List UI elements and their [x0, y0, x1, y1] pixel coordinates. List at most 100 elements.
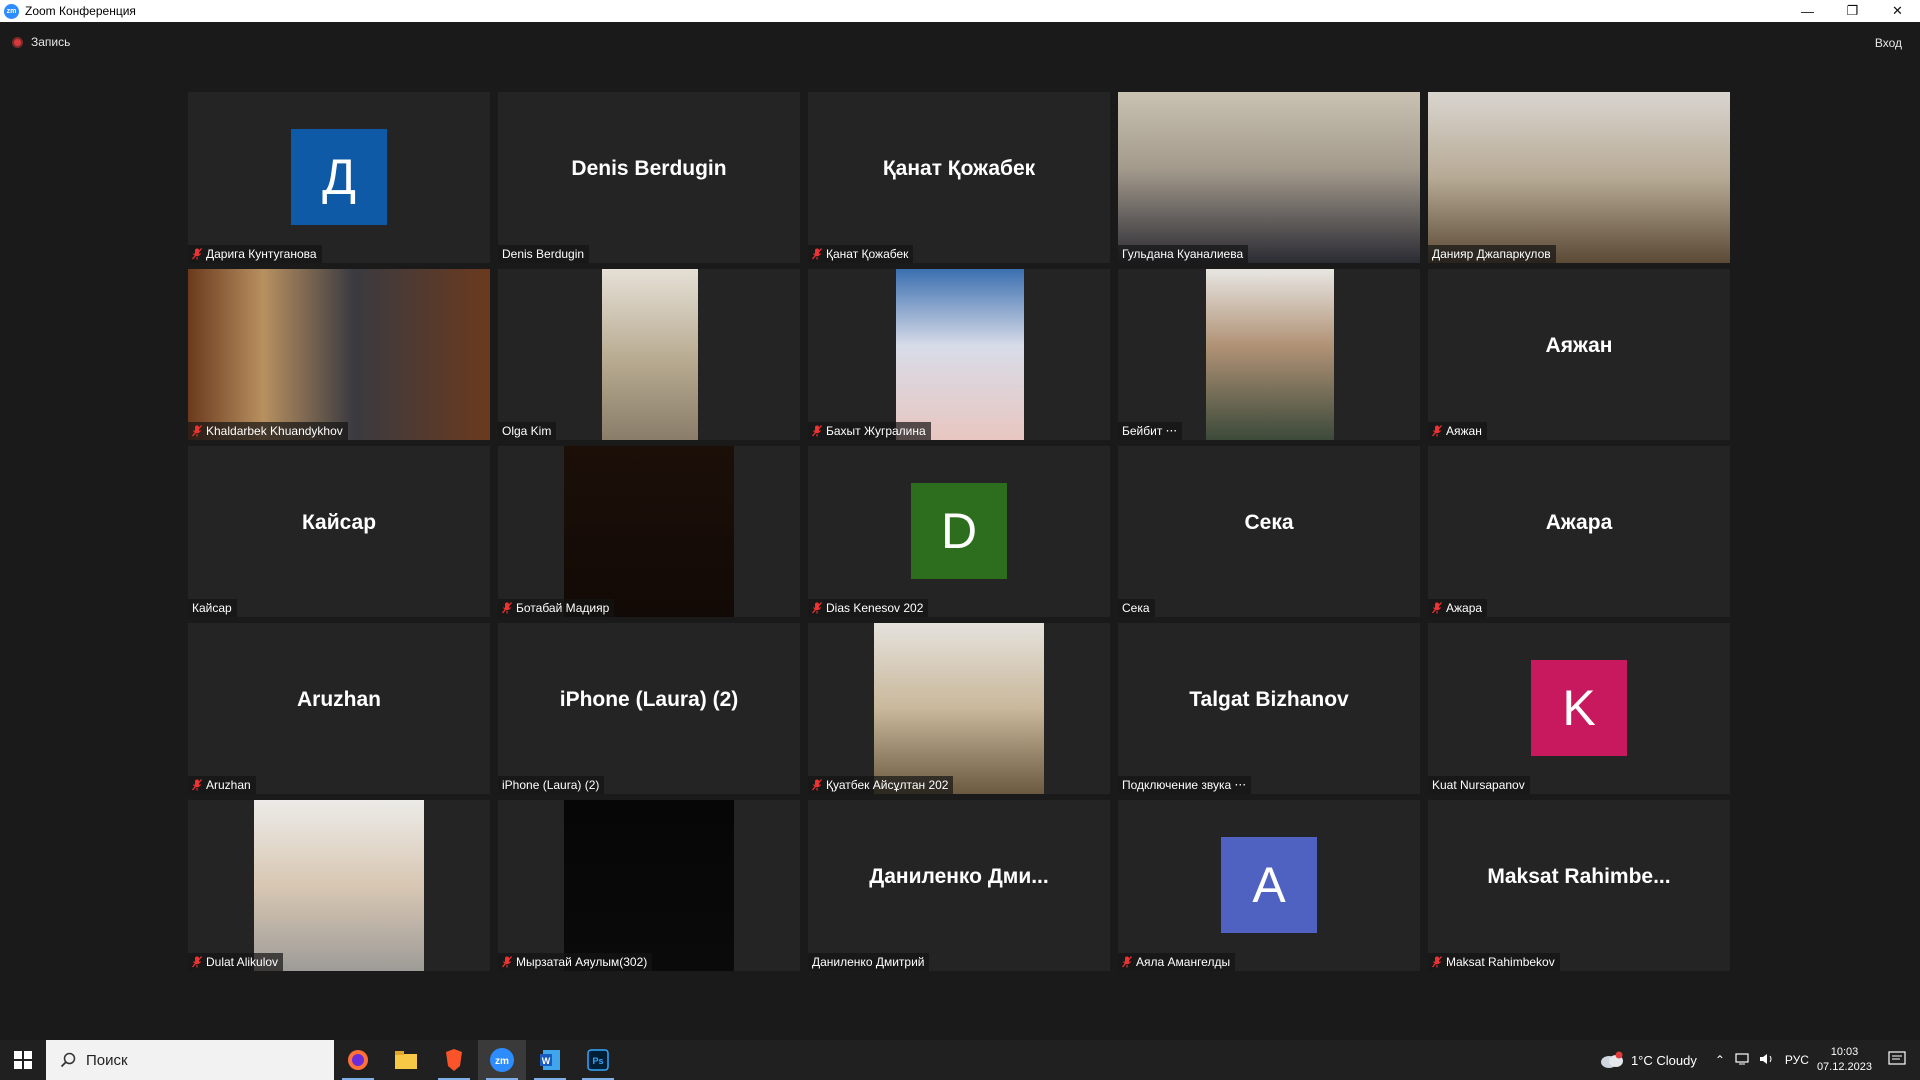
participant-tile[interactable]: Аяжан Аяжан — [1428, 269, 1730, 440]
weather-widget[interactable]: 1°C Cloudy — [1599, 1051, 1697, 1069]
svg-text:Ps: Ps — [592, 1056, 603, 1066]
participant-nameplate: Denis Berdugin — [498, 245, 590, 263]
participant-video — [254, 800, 424, 971]
zoom-app-icon: zm — [4, 3, 19, 19]
clock-time: 10:03 — [1830, 1046, 1859, 1058]
participant-tile[interactable]: Д Дарига Кунтуганова — [188, 92, 490, 263]
participant-tile[interactable]: Ажара Ажара — [1428, 446, 1730, 617]
participant-nameplate: Ажара — [1428, 599, 1488, 617]
participant-nameplate: Қуатбек Айсұлтан 202 — [808, 776, 954, 794]
participant-nameplate: Аяжан — [1428, 422, 1487, 440]
volume-icon[interactable] — [1759, 1052, 1775, 1069]
participant-tile[interactable]: iPhone (Laura) (2) iPhone (Laura) (2) — [498, 623, 800, 794]
close-button[interactable]: ✕ — [1875, 0, 1920, 22]
taskbar-clock[interactable]: 10:03 07.12.2023 — [1817, 1045, 1872, 1075]
participant-tile[interactable]: Dulat Alikulov — [188, 800, 490, 971]
participant-name: Кайсар — [192, 601, 232, 615]
windows-taskbar: Поиск zm W Ps 1°C Cloudy ⌃ РУС 10:03 07.… — [0, 1040, 1920, 1080]
participant-tile[interactable]: Aruzhan Aruzhan — [188, 623, 490, 794]
participant-video — [188, 269, 490, 440]
participant-avatar: K — [1531, 660, 1627, 756]
participant-tile[interactable]: Talgat Bizhanov Подключение звука ⋅⋅⋅ — [1118, 623, 1420, 794]
taskbar-app-brave[interactable] — [430, 1040, 478, 1080]
participant-tile[interactable]: Сека Сека — [1118, 446, 1420, 617]
restore-button[interactable]: ❐ — [1830, 0, 1875, 22]
recording-indicator[interactable]: Запись — [12, 35, 70, 49]
participant-name: Даниленко Дмитрий — [812, 955, 925, 969]
participant-tile[interactable]: Бейбит ⋅⋅⋅ — [1118, 269, 1420, 440]
start-button[interactable] — [0, 1040, 46, 1080]
participant-name: iPhone (Laura) (2) — [502, 778, 600, 792]
participant-nameplate: Дарига Кунтуганова — [188, 245, 322, 263]
participant-tile[interactable]: K Kuat Nursapanov — [1428, 623, 1730, 794]
participant-video — [1428, 92, 1730, 263]
zoom-icon: zm — [490, 1048, 514, 1072]
participant-tile[interactable]: Khaldarbek Khuandykhov — [188, 269, 490, 440]
participant-avatar: D — [911, 483, 1007, 579]
participant-display-name: Даниленко Дми... — [869, 864, 1049, 888]
muted-microphone-icon — [192, 425, 202, 437]
taskbar-app-explorer[interactable] — [382, 1040, 430, 1080]
signin-button[interactable]: Вход — [1875, 36, 1902, 50]
participant-nameplate: Мырзатай Аяулым(302) — [498, 953, 653, 971]
language-indicator[interactable]: РУС — [1785, 1053, 1809, 1067]
participant-name: Бейбит ⋅⋅⋅ — [1122, 424, 1178, 438]
participant-nameplate: Даниленко Дмитрий — [808, 953, 930, 971]
word-icon: W — [540, 1050, 560, 1070]
participant-video — [602, 269, 698, 440]
network-icon[interactable] — [1735, 1052, 1751, 1069]
participant-nameplate: Бахыт Жугралина — [808, 422, 931, 440]
participant-tile[interactable]: A Аяла Амангелды — [1118, 800, 1420, 971]
muted-microphone-icon — [192, 248, 202, 260]
file-explorer-icon — [395, 1051, 417, 1069]
participant-display-name: Сека — [1244, 510, 1294, 534]
participant-video — [564, 800, 734, 971]
muted-microphone-icon — [812, 602, 822, 614]
participant-nameplate: Olga Kim — [498, 422, 557, 440]
participant-display-name: Denis Berdugin — [571, 156, 727, 180]
brave-icon — [446, 1049, 462, 1071]
participant-tile[interactable]: Мырзатай Аяулым(302) — [498, 800, 800, 971]
taskbar-search[interactable]: Поиск — [46, 1040, 334, 1080]
participant-nameplate: Aruzhan — [188, 776, 256, 794]
participant-tile[interactable]: Қуатбек Айсұлтан 202 — [808, 623, 1110, 794]
participant-tile[interactable]: Данияр Джапаркулов — [1428, 92, 1730, 263]
participant-tile[interactable]: D Dias Kenesov 202 — [808, 446, 1110, 617]
participant-tile[interactable]: Бахыт Жугралина — [808, 269, 1110, 440]
clock-date: 07.12.2023 — [1816, 1061, 1872, 1073]
participant-name: Аяжан — [1446, 424, 1482, 438]
chevron-up-icon[interactable]: ⌃ — [1715, 1053, 1725, 1067]
muted-microphone-icon — [192, 779, 202, 791]
taskbar-app-firefox[interactable] — [334, 1040, 382, 1080]
muted-microphone-icon — [1122, 956, 1132, 968]
participant-nameplate: Kuat Nursapanov — [1428, 776, 1530, 794]
participant-name: Аяла Амангелды — [1136, 955, 1231, 969]
notifications-icon[interactable] — [1888, 1050, 1906, 1070]
participant-tile[interactable]: Даниленко Дми... Даниленко Дмитрий — [808, 800, 1110, 971]
participant-nameplate: Аяла Амангелды — [1118, 953, 1236, 971]
muted-microphone-icon — [812, 779, 822, 791]
participant-nameplate: Қанат Қожабек — [808, 245, 914, 263]
participant-tile[interactable]: Olga Kim — [498, 269, 800, 440]
participant-name: Maksat Rahimbekov — [1446, 955, 1555, 969]
search-icon — [60, 1052, 76, 1068]
recording-label: Запись — [31, 35, 71, 49]
participant-tile[interactable]: Кайсар Кайсар — [188, 446, 490, 617]
participant-nameplate: Данияр Джапаркулов — [1428, 245, 1556, 263]
svg-text:W: W — [542, 1056, 551, 1066]
participant-tile[interactable]: Maksat Rahimbe... Maksat Rahimbekov — [1428, 800, 1730, 971]
windows-logo-icon — [14, 1051, 32, 1069]
participant-nameplate: Ботабай Мадияр — [498, 599, 615, 617]
taskbar-app-word[interactable]: W — [526, 1040, 574, 1080]
participant-tile[interactable]: Denis Berdugin Denis Berdugin — [498, 92, 800, 263]
participant-tile[interactable]: Гульдана Куаналиева — [1118, 92, 1420, 263]
taskbar-app-photoshop[interactable]: Ps — [574, 1040, 622, 1080]
participant-video — [1206, 269, 1334, 440]
participant-tile[interactable]: Ботабай Мадияр — [498, 446, 800, 617]
participant-display-name: Кайсар — [301, 510, 377, 534]
minimize-button[interactable]: — — [1785, 0, 1830, 22]
taskbar-app-zoom[interactable]: zm — [478, 1040, 526, 1080]
participant-nameplate: Подключение звука ⋅⋅⋅ — [1118, 776, 1252, 794]
participant-nameplate: Dias Kenesov 202 — [808, 599, 929, 617]
participant-tile[interactable]: Қанат Қожабек Қанат Қожабек — [808, 92, 1110, 263]
